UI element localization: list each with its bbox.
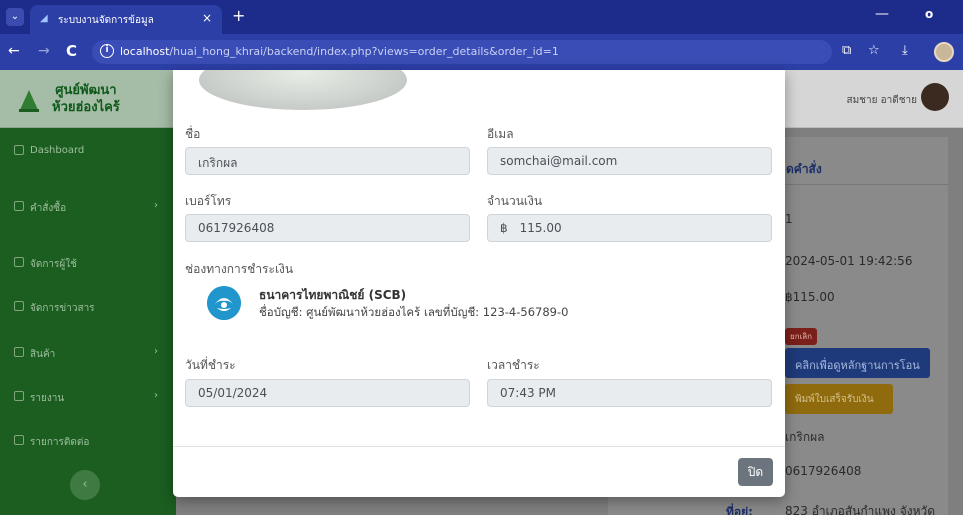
phone-field[interactable]: 0617926408 <box>185 214 470 242</box>
back-icon[interactable]: ← <box>8 43 20 59</box>
news-icon <box>14 301 24 311</box>
tab-search-menu-icon[interactable]: ⌄ <box>6 8 24 26</box>
user-name[interactable]: สมชาย อาดีชาย <box>846 93 917 108</box>
reload-icon[interactable]: C <box>66 42 77 60</box>
new-tab-icon[interactable]: + <box>232 6 245 25</box>
email-label: อีเมล <box>487 127 514 141</box>
orders-icon <box>14 201 24 211</box>
pay-date-field[interactable]: 05/01/2024 <box>185 379 470 407</box>
products-icon <box>14 347 24 357</box>
print-receipt-button[interactable]: พิมพ์ใบเสร็จรับเงิน <box>785 384 893 414</box>
order-card-title: ดคำสั่ง <box>786 162 822 176</box>
browser-tab-strip: ⌄ ◢ ระบบงานจัดการข้อมูล × + — o <box>0 0 963 34</box>
tab-favicon-icon: ◢ <box>40 13 48 24</box>
order-id-value: 1 <box>785 212 793 226</box>
sidebar-item-reports[interactable]: รายงาน › <box>0 378 176 418</box>
sidebar-item-label: จัดการผู้ใช้ <box>30 259 77 270</box>
sidebar-item-label: จัดการข่าวสาร <box>30 303 95 314</box>
url-path: /huai_hong_khrai/backend/index.php?views… <box>169 45 559 58</box>
email-field[interactable]: somchai@mail.com <box>487 147 772 175</box>
dashboard-icon <box>14 145 24 155</box>
logo-icon <box>19 90 39 112</box>
customer-phone-value: 0617926408 <box>785 464 862 478</box>
sidebar-item-label: สินค้า <box>30 349 56 360</box>
sidebar-item-users[interactable]: จัดการผู้ใช้ <box>0 244 176 284</box>
address-label: ที่อยู่: <box>726 505 753 515</box>
site-info-icon[interactable]: i <box>100 44 114 58</box>
profile-avatar-icon[interactable] <box>934 42 954 62</box>
url-host: localhost <box>120 45 170 58</box>
pay-date-label: วันที่ชำระ <box>185 358 236 372</box>
name-field[interactable]: เกริกผล <box>185 147 470 175</box>
sidebar-item-dashboard[interactable]: Dashboard <box>0 132 176 172</box>
users-icon <box>14 257 24 267</box>
contacts-icon <box>14 435 24 445</box>
bank-name: ธนาคารไทยพาณิชย์ (SCB) <box>259 288 407 302</box>
scb-bank-icon <box>207 286 241 320</box>
sidebar-item-label: รายงาน <box>30 393 65 404</box>
chevron-right-icon: › <box>154 200 158 211</box>
url-text: localhost/huai_hong_khrai/backend/index.… <box>120 45 559 58</box>
address-value: 823 อำเภอสันกำแพง จังหวัด <box>785 504 936 515</box>
payment-channel-label: ช่องทางการชำระเงิน <box>185 262 294 276</box>
name-label: ชื่อ <box>185 127 201 141</box>
sidebar-item-news[interactable]: จัดการข่าวสาร <box>0 288 176 328</box>
amount-label: จำนวนเงิน <box>487 194 543 208</box>
reports-icon <box>14 391 24 401</box>
status-badge: ยกเลิก <box>785 328 818 345</box>
browser-tab[interactable]: ◢ ระบบงานจัดการข้อมูล × <box>30 5 222 34</box>
amount-field[interactable]: ฿ 115.00 <box>487 214 772 242</box>
brand-line-1: ศูนย์พัฒนา <box>55 83 117 98</box>
sidebar-item-label: รายการติดต่อ <box>30 437 90 448</box>
bookmark-star-icon[interactable]: ☆ <box>868 43 880 58</box>
tab-title: ระบบงานจัดการข้อมูล <box>58 15 154 26</box>
tab-close-icon[interactable]: × <box>202 11 212 25</box>
order-amount-value: ฿115.00 <box>785 290 835 304</box>
modal-footer: ปิด <box>173 446 785 497</box>
pay-time-label: เวลาชำระ <box>487 358 540 372</box>
transfer-slip-image <box>199 70 407 110</box>
sidebar-item-label: คำสั่งซื้อ <box>30 203 67 214</box>
url-input[interactable]: i localhost/huai_hong_khrai/backend/inde… <box>92 40 832 64</box>
sidebar-item-contacts[interactable]: รายการติดต่อ <box>0 422 176 462</box>
sidebar-item-label: Dashboard <box>30 145 85 156</box>
brand[interactable]: ศูนย์พัฒนา ห้วยฮ่องไคร้ <box>0 70 176 128</box>
user-avatar[interactable] <box>921 83 949 111</box>
amount-value: 115.00 <box>519 221 562 235</box>
sidebar: ศูนย์พัฒนา ห้วยฮ่องไคร้ Dashboard คำสั่ง… <box>0 70 176 515</box>
order-date-value: 2024-05-01 19:42:56 <box>785 254 913 268</box>
chevron-right-icon: › <box>154 390 158 401</box>
payment-detail-modal: ชื่อ เกริกผล อีเมล somchai@mail.com เบอร… <box>173 70 785 497</box>
sidebar-item-orders[interactable]: คำสั่งซื้อ › <box>0 188 176 228</box>
brand-line-2: ห้วยฮ่องไคร้ <box>52 100 120 115</box>
address-bar: ← → C i localhost/huai_hong_khrai/backen… <box>0 34 963 70</box>
translate-icon[interactable]: ⧉ <box>842 43 851 58</box>
customer-name-value: เกริกผล <box>785 430 825 444</box>
close-button[interactable]: ปิด <box>738 458 773 486</box>
chevron-right-icon: › <box>154 346 158 357</box>
brand-name: ศูนย์พัฒนา ห้วยฮ่องไคร้ <box>52 82 120 116</box>
restore-icon[interactable]: o <box>925 7 933 21</box>
view-transfer-proof-button[interactable]: คลิกเพื่อดูหลักฐานการโอน <box>785 348 930 378</box>
phone-label: เบอร์โทร <box>185 194 232 208</box>
download-icon[interactable]: ⤓ <box>902 43 908 58</box>
minimize-icon[interactable]: — <box>875 6 889 22</box>
bank-account: ชื่อบัญชี: ศูนย์พัฒนาห้วยฮ่องไคร้ เลขที่… <box>259 305 569 319</box>
baht-symbol: ฿ <box>500 221 508 235</box>
sidebar-toggle-button[interactable]: ‹ <box>70 470 100 500</box>
forward-icon[interactable]: → <box>38 43 50 59</box>
pay-time-field[interactable]: 07:43 PM <box>487 379 772 407</box>
sidebar-item-products[interactable]: สินค้า › <box>0 334 176 374</box>
